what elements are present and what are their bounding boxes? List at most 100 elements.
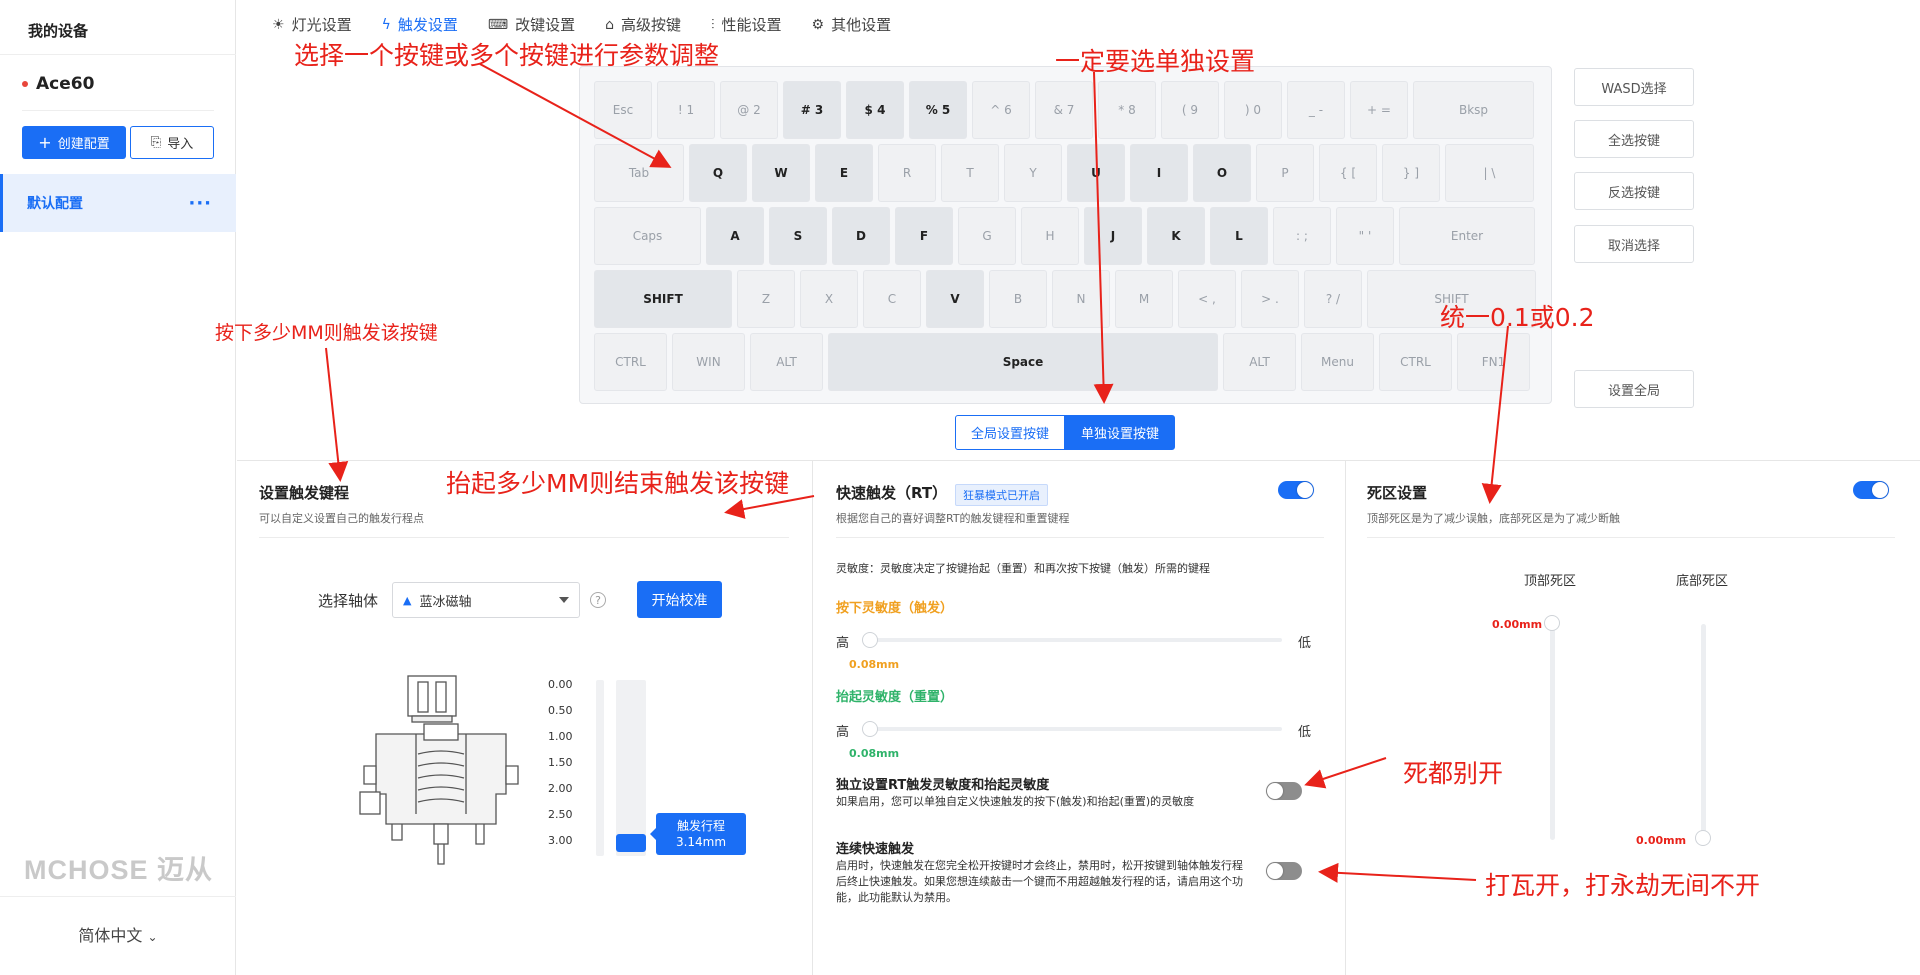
bottom-deadzone-track[interactable] (1701, 624, 1706, 840)
release-sensitivity-track[interactable] (862, 727, 1282, 731)
select-all-button[interactable]: 全选按键 (1574, 120, 1694, 158)
key[interactable]: Tab (594, 144, 684, 202)
key[interactable]: F (895, 207, 953, 265)
release-sensitivity-knob[interactable] (862, 721, 878, 737)
key[interactable]: + = (1350, 81, 1408, 139)
key[interactable]: R (878, 144, 936, 202)
key[interactable]: V (926, 270, 984, 328)
key[interactable]: ^ 6 (972, 81, 1030, 139)
more-icon[interactable]: ··· (188, 193, 212, 214)
key[interactable]: Enter (1399, 207, 1535, 265)
travel-track[interactable] (616, 680, 646, 856)
key[interactable]: * 8 (1098, 81, 1156, 139)
key[interactable]: FN1 (1457, 333, 1530, 391)
help-icon[interactable]: ? (590, 592, 606, 608)
tab-lighting[interactable]: ☀ 灯光设置 (272, 14, 352, 35)
key[interactable]: @ 2 (720, 81, 778, 139)
independent-rt-toggle[interactable] (1266, 782, 1302, 800)
key[interactable]: E (815, 144, 873, 202)
set-global-button[interactable]: 设置全局 (1574, 370, 1694, 408)
tab-advanced[interactable]: ⌂ 高级按键 (605, 14, 681, 35)
global-mode-button[interactable]: 全局设置按键 (955, 415, 1065, 450)
key[interactable]: | \ (1445, 144, 1534, 202)
key[interactable]: ) 0 (1224, 81, 1282, 139)
cancel-selection-button[interactable]: 取消选择 (1574, 225, 1694, 263)
key[interactable]: } ] (1382, 144, 1440, 202)
key[interactable]: & 7 (1035, 81, 1093, 139)
key[interactable]: M (1115, 270, 1173, 328)
press-sensitivity-track[interactable] (862, 638, 1282, 642)
key[interactable]: S (769, 207, 827, 265)
key[interactable]: # 3 (783, 81, 841, 139)
wasd-select-button[interactable]: WASD选择 (1574, 68, 1694, 106)
key[interactable]: K (1147, 207, 1205, 265)
continuous-rt-desc-2: 后终止快速触发。如果您想连续敲击一个键而不用超越触发行程的话，请启用这个功 (836, 875, 1243, 888)
key[interactable]: U (1067, 144, 1125, 202)
key[interactable]: I (1130, 144, 1188, 202)
key[interactable]: $ 4 (846, 81, 904, 139)
axis-select[interactable]: ▲ 蓝冰磁轴 (392, 582, 580, 618)
key[interactable]: N (1052, 270, 1110, 328)
top-deadzone-track[interactable] (1550, 622, 1555, 840)
language-select[interactable]: 简体中文 ⌄ (0, 922, 236, 946)
key[interactable]: L (1210, 207, 1268, 265)
key[interactable]: X (800, 270, 858, 328)
bottom-deadzone-knob[interactable] (1695, 830, 1711, 846)
tab-performance[interactable]: ⫶ 性能设置 (711, 14, 782, 35)
top-deadzone-knob[interactable] (1544, 615, 1560, 631)
deadzone-toggle[interactable] (1853, 481, 1889, 499)
key[interactable]: Menu (1301, 333, 1374, 391)
key[interactable]: ALT (1223, 333, 1296, 391)
tab-other[interactable]: ⚙ 其他设置 (812, 14, 892, 35)
key[interactable]: Y (1004, 144, 1062, 202)
key[interactable]: Space (828, 333, 1218, 391)
key[interactable]: Bksp (1413, 81, 1534, 139)
key[interactable]: ALT (750, 333, 823, 391)
key[interactable]: O (1193, 144, 1251, 202)
tab-trigger[interactable]: ϟ 触发设置 (382, 14, 458, 35)
key[interactable]: G (958, 207, 1016, 265)
key[interactable]: : ; (1273, 207, 1331, 265)
key[interactable]: > . (1241, 270, 1299, 328)
key[interactable]: CTRL (1379, 333, 1452, 391)
import-button[interactable]: ⎘ 导入 (130, 126, 214, 159)
invert-selection-button[interactable]: 反选按键 (1574, 172, 1694, 210)
key[interactable]: P (1256, 144, 1314, 202)
key[interactable]: Z (737, 270, 795, 328)
key[interactable]: Q (689, 144, 747, 202)
key[interactable]: Caps (594, 207, 701, 265)
key[interactable]: SHIFT (594, 270, 732, 328)
calibrate-button[interactable]: 开始校准 (637, 581, 722, 618)
key[interactable]: CTRL (594, 333, 667, 391)
key[interactable]: W (752, 144, 810, 202)
key[interactable]: < , (1178, 270, 1236, 328)
key[interactable]: A (706, 207, 764, 265)
key[interactable]: ! 1 (657, 81, 715, 139)
key[interactable]: { [ (1319, 144, 1377, 202)
key[interactable]: ? / (1304, 270, 1362, 328)
tab-remap[interactable]: ⌨ 改键设置 (488, 14, 575, 35)
rt-toggle[interactable] (1278, 481, 1314, 499)
create-config-button[interactable]: + 创建配置 (22, 126, 126, 159)
press-sensitivity-knob[interactable] (862, 632, 878, 648)
key[interactable]: J (1084, 207, 1142, 265)
annotation-uniform: 统一0.1或0.2 (1440, 303, 1595, 332)
key[interactable]: WIN (672, 333, 745, 391)
key[interactable]: C (863, 270, 921, 328)
key[interactable]: D (832, 207, 890, 265)
key[interactable]: % 5 (909, 81, 967, 139)
annotation-release-mm: 抬起多少MM则结束触发该按键 (446, 469, 790, 498)
single-mode-button[interactable]: 单独设置按键 (1065, 415, 1175, 450)
key[interactable]: B (989, 270, 1047, 328)
device-item[interactable]: Ace60 (22, 74, 94, 94)
key[interactable]: Esc (594, 81, 652, 139)
key[interactable]: _ - (1287, 81, 1345, 139)
travel-fill[interactable] (616, 834, 646, 852)
travel-scale-label: 1.00 (548, 730, 573, 743)
key[interactable]: T (941, 144, 999, 202)
key[interactable]: H (1021, 207, 1079, 265)
key[interactable]: ( 9 (1161, 81, 1219, 139)
config-item-default[interactable]: 默认配置 ··· (0, 174, 236, 232)
continuous-rt-toggle[interactable] (1266, 862, 1302, 880)
key[interactable]: " ' (1336, 207, 1394, 265)
